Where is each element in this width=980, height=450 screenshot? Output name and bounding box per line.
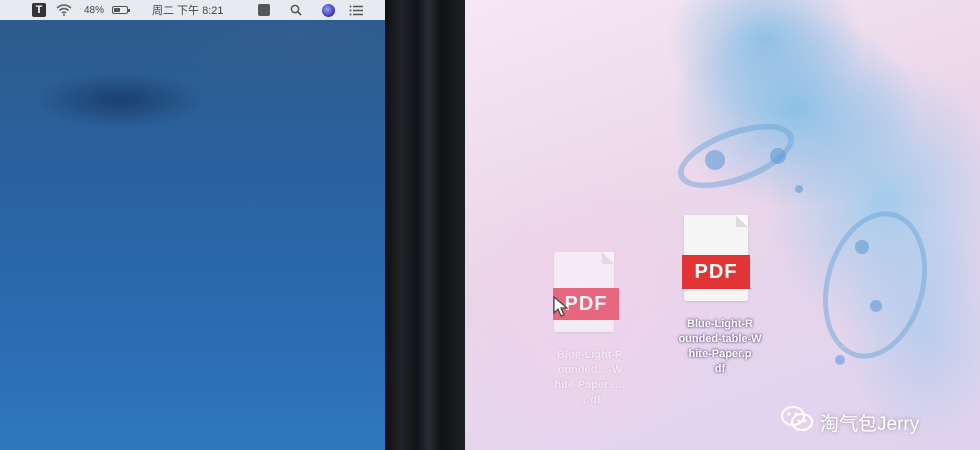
wallpaper-droplet	[835, 355, 845, 365]
watermark: 淘气包Jerry	[780, 405, 919, 439]
siri-icon[interactable]	[322, 3, 335, 17]
t-app-icon-letter: T	[32, 3, 46, 17]
pdf-badge: PDF	[682, 255, 750, 289]
menu-icon[interactable]	[349, 3, 363, 17]
wallpaper-swirl	[807, 199, 943, 371]
wallpaper-droplet	[870, 300, 882, 312]
wallpaper-droplet	[855, 240, 869, 254]
monitor-bezel	[385, 0, 465, 450]
file-label: Blue-Light-R ounded-table-W hite-Paper.p…	[678, 318, 762, 375]
desktop-file-pdf[interactable]: PDF Blue-Light-R ounded-table-W hite-Pap…	[670, 213, 770, 413]
watermark-text: 淘气包Jerry	[820, 413, 920, 435]
wechat-icon	[780, 405, 814, 439]
battery-percent: 48%	[84, 4, 105, 16]
square-icon[interactable]	[258, 3, 270, 17]
datetime-clock[interactable]: 周二 下午 8:21	[152, 3, 224, 17]
desktop-file-dragging-pdf[interactable]: PDF Blue-Light-R ounded…-W hite-Papers… …	[540, 250, 640, 440]
left-display: T 48% 周二 下午 8:21	[0, 0, 385, 450]
wallpaper-droplet	[770, 148, 786, 164]
t-app-icon[interactable]: T	[32, 3, 46, 17]
wifi-icon[interactable]	[56, 3, 72, 17]
mouse-cursor-icon	[553, 295, 569, 323]
wallpaper-droplet	[705, 150, 725, 170]
search-icon[interactable]	[290, 3, 302, 17]
battery-icon[interactable]	[112, 3, 130, 17]
menu-bar: T 48% 周二 下午 8:21	[0, 0, 385, 20]
file-label: Blue-Light-R ounded…-W hite-Papers… …df	[554, 349, 626, 406]
wallpaper-droplet	[795, 185, 803, 193]
